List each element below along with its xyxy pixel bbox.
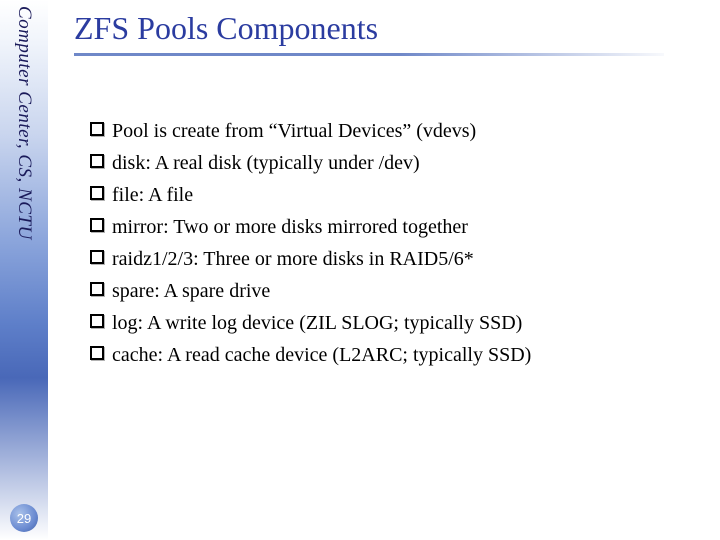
bullet-text: cache: A read cache device (L2ARC; typic… [112,340,690,370]
list-item: mirror: Two or more disks mirrored toget… [90,212,690,242]
list-item: log: A write log device (ZIL SLOG; typic… [90,308,690,338]
bullet-list: Pool is create from “Virtual Devices” (v… [70,116,690,370]
bullet-icon [90,122,104,136]
list-item: spare: A spare drive [90,276,690,306]
list-item: disk: A real disk (typically under /dev) [90,148,690,178]
bullet-icon [90,218,104,232]
bullet-text: file: A file [112,180,690,210]
bullet-text: disk: A real disk (typically under /dev) [112,148,690,178]
title-underline [74,53,664,56]
bullet-icon [90,186,104,200]
bullet-icon [90,250,104,264]
slide-content: ZFS Pools Components Pool is create from… [70,10,690,372]
slide-title: ZFS Pools Components [70,10,690,47]
list-item: cache: A read cache device (L2ARC; typic… [90,340,690,370]
bullet-text: raidz1/2/3: Three or more disks in RAID5… [112,244,690,274]
list-item: raidz1/2/3: Three or more disks in RAID5… [90,244,690,274]
bullet-icon [90,314,104,328]
page-number-badge: 29 [10,504,38,532]
bullet-text: Pool is create from “Virtual Devices” (v… [112,116,690,146]
list-item: file: A file [90,180,690,210]
bullet-icon [90,346,104,360]
list-item: Pool is create from “Virtual Devices” (v… [90,116,690,146]
bullet-text: mirror: Two or more disks mirrored toget… [112,212,690,242]
bullet-icon [90,154,104,168]
sidebar-label: Computer Center, CS, NCTU [13,6,35,240]
bullet-text: spare: A spare drive [112,276,690,306]
bullet-text: log: A write log device (ZIL SLOG; typic… [112,308,690,338]
sidebar: Computer Center, CS, NCTU 29 [0,0,48,540]
bullet-icon [90,282,104,296]
